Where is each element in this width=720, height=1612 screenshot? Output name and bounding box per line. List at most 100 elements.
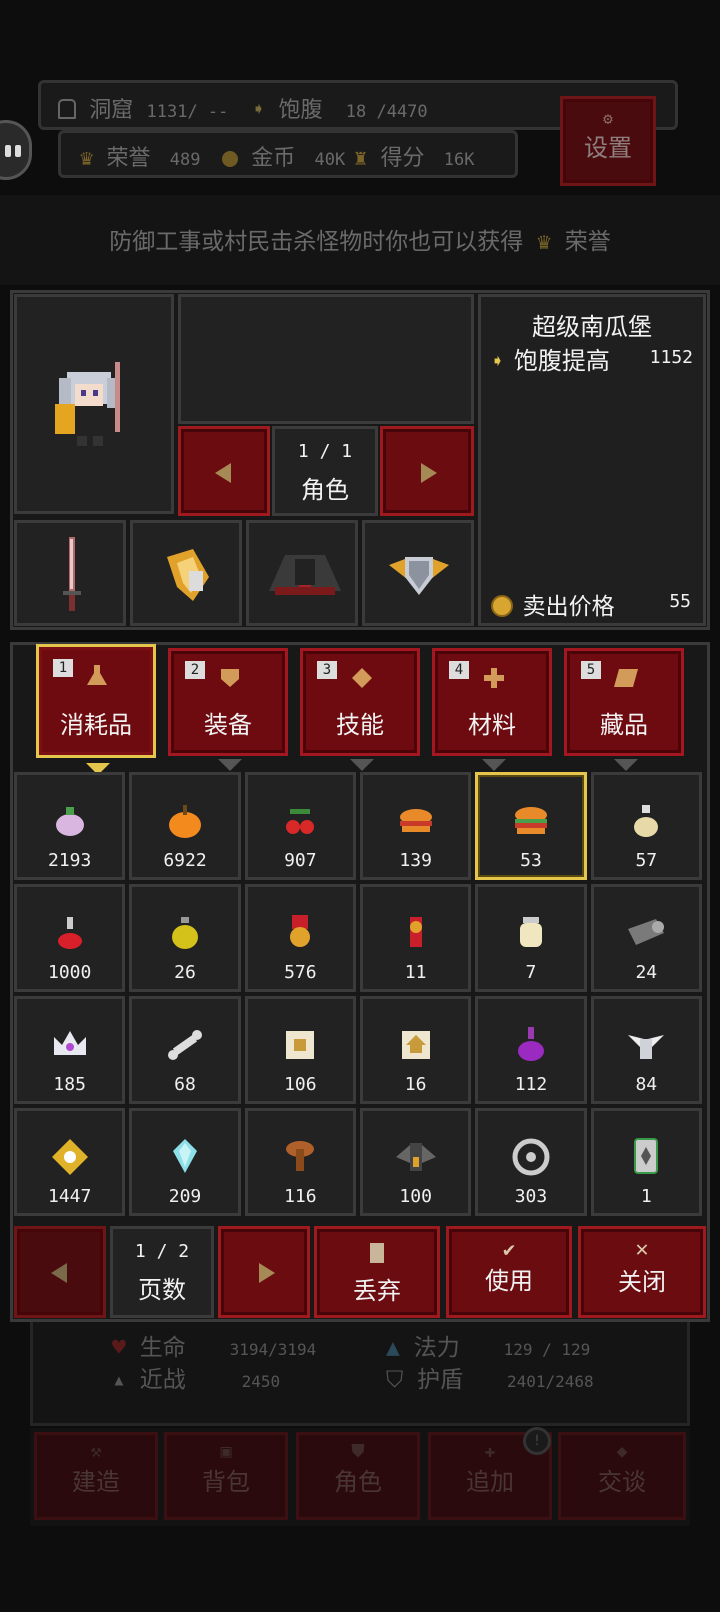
sword-icon <box>63 537 81 611</box>
honor-value: 489 <box>169 150 201 170</box>
nav-add-button[interactable]: ✚ 追加 ! <box>428 1427 552 1520</box>
bat-shrine-icon <box>395 1137 436 1181</box>
item-count: 1 <box>640 1186 652 1207</box>
settings-button[interactable]: ⚙ 设置 <box>560 96 656 186</box>
inventory-slot[interactable]: 116 <box>244 1108 356 1216</box>
potion-bottle-icon <box>626 801 666 845</box>
cave-label: 洞窟 <box>89 98 134 123</box>
inventory-slot[interactable]: 16 <box>359 996 472 1104</box>
tab-pointer <box>482 759 506 771</box>
cloth-roll-icon <box>626 913 666 957</box>
tab-collection[interactable]: 5 藏品 <box>564 648 684 771</box>
equip-slot-weapon[interactable] <box>14 520 126 626</box>
character-prev-button[interactable] <box>178 426 270 516</box>
character-name-box <box>178 294 474 424</box>
inventory-slot[interactable]: 2193 <box>14 772 126 880</box>
settings-icon: ⚙ <box>603 109 613 128</box>
tab-materials[interactable]: 4 材料 <box>432 648 552 771</box>
item-count: 185 <box>53 1074 86 1095</box>
equip-slot-wing[interactable] <box>130 520 242 626</box>
hp-stat: ♥ 生命 3194/3194 <box>112 1328 316 1362</box>
cave-icon <box>58 99 76 119</box>
score-value: 16K <box>443 150 475 170</box>
hint-message: 防御工事或村民击杀怪物时你也可以获得 <box>109 229 524 255</box>
inventory-slot[interactable]: 53 <box>475 772 587 880</box>
inventory-slot[interactable]: 68 <box>129 996 241 1104</box>
item-count: 576 <box>284 962 317 983</box>
crown-icon <box>50 1025 90 1069</box>
nav-build-button[interactable]: ⚒ 建造 <box>34 1432 158 1520</box>
item-grid: 2193 6922 907 139 53 57 1000 26 576 11 7 24 185 68 106… <box>14 772 706 1220</box>
tab-label: 藏品 <box>600 711 648 739</box>
item-count: 57 <box>635 850 658 871</box>
equip-slot-armor[interactable] <box>246 520 358 626</box>
nav-bag-button[interactable]: ▣ 背包 <box>164 1432 288 1520</box>
hint-text: 防御工事或村民击杀怪物时你也可以获得 ♛ 荣誉 <box>0 222 720 256</box>
winged-statue-icon <box>626 1025 666 1069</box>
mp-value: 129 / 129 <box>503 1340 591 1359</box>
inventory-slot[interactable]: 1447 <box>14 1108 126 1216</box>
inventory-slot[interactable]: 7 <box>475 884 587 992</box>
cloak-armor-icon <box>269 555 341 595</box>
equip-slot-shield[interactable] <box>362 520 474 626</box>
item-count: 106 <box>284 1074 317 1095</box>
arrow-left-icon <box>51 1263 67 1283</box>
inventory-slot[interactable]: 907 <box>244 772 356 880</box>
honor-stat: ♛ 荣誉 489 <box>80 140 200 172</box>
inventory-slot[interactable]: 26 <box>129 884 241 992</box>
honor-label: 荣誉 <box>106 146 151 171</box>
inventory-slot[interactable]: 1 <box>590 1108 702 1216</box>
use-button[interactable]: ✔ 使用 <box>446 1226 572 1318</box>
satiety-icon: ➧ <box>491 350 505 375</box>
inventory-next-page-button[interactable] <box>218 1226 310 1318</box>
inventory-slot[interactable]: 11 <box>359 884 472 992</box>
inventory-slot[interactable]: 185 <box>14 996 126 1104</box>
floating-assistant-bubble[interactable] <box>0 120 32 180</box>
inventory-slot[interactable]: 112 <box>475 996 587 1104</box>
inventory-slot[interactable]: 106 <box>244 996 356 1104</box>
item-count: 303 <box>514 1186 548 1207</box>
inventory-page-label: 页数 <box>138 1276 186 1304</box>
tab-consumables[interactable]: 1 消耗品 <box>36 644 156 775</box>
tab-pointer <box>350 759 374 771</box>
inventory-slot[interactable]: 139 <box>359 772 472 880</box>
cherries-icon <box>280 801 320 845</box>
character-portrait[interactable] <box>14 294 174 514</box>
heart-icon: ♥ <box>112 1335 126 1361</box>
purple-potion-icon <box>511 1025 551 1069</box>
character-page-indicator: 1 / 1 <box>297 441 353 462</box>
inventory-prev-page-button[interactable] <box>14 1226 106 1318</box>
mp-label: 法力 <box>413 1335 460 1361</box>
inventory-slot[interactable]: 303 <box>475 1108 587 1216</box>
scroll-icon <box>614 669 638 687</box>
close-label: 关闭 <box>618 1268 666 1296</box>
item-count: 11 <box>404 962 427 983</box>
coin-icon <box>491 595 513 617</box>
close-button[interactable]: ✕ 关闭 <box>578 1226 706 1318</box>
gold-label: 金币 <box>251 146 296 171</box>
inventory-slot[interactable]: 100 <box>359 1108 472 1216</box>
satiety-label: 饱腹 <box>278 98 323 123</box>
tab-label: 技能 <box>336 711 384 739</box>
tab-equipment[interactable]: 2 装备 <box>168 648 288 771</box>
check-icon: ✔ <box>502 1237 516 1261</box>
inventory-slot[interactable]: 84 <box>590 996 702 1104</box>
inventory-slot[interactable]: 24 <box>590 884 702 992</box>
inventory-slot[interactable]: 576 <box>244 884 356 992</box>
item-count: 16 <box>404 1074 427 1095</box>
discard-button[interactable]: 丢弃 <box>314 1226 440 1318</box>
inventory-slot[interactable]: 57 <box>590 772 702 880</box>
item-detail-effect-value: 1152 <box>649 347 693 368</box>
character-next-button[interactable] <box>380 426 474 516</box>
item-detail-sell-label: 卖出价格 <box>522 594 615 620</box>
inventory-slot[interactable]: 1000 <box>14 884 126 992</box>
nav-character-button[interactable]: ⛊ 角色 <box>296 1432 420 1520</box>
inventory-slot[interactable]: 209 <box>129 1108 241 1216</box>
use-label: 使用 <box>485 1267 533 1295</box>
inventory-slot[interactable]: 6922 <box>129 772 241 880</box>
melee-label: 近战 <box>139 1367 186 1393</box>
character-sprite-icon <box>55 362 120 446</box>
nav-talk-button[interactable]: ◆ 交谈 <box>558 1432 686 1520</box>
tab-skills[interactable]: 3 技能 <box>300 648 420 771</box>
tab-pointer <box>614 759 638 771</box>
